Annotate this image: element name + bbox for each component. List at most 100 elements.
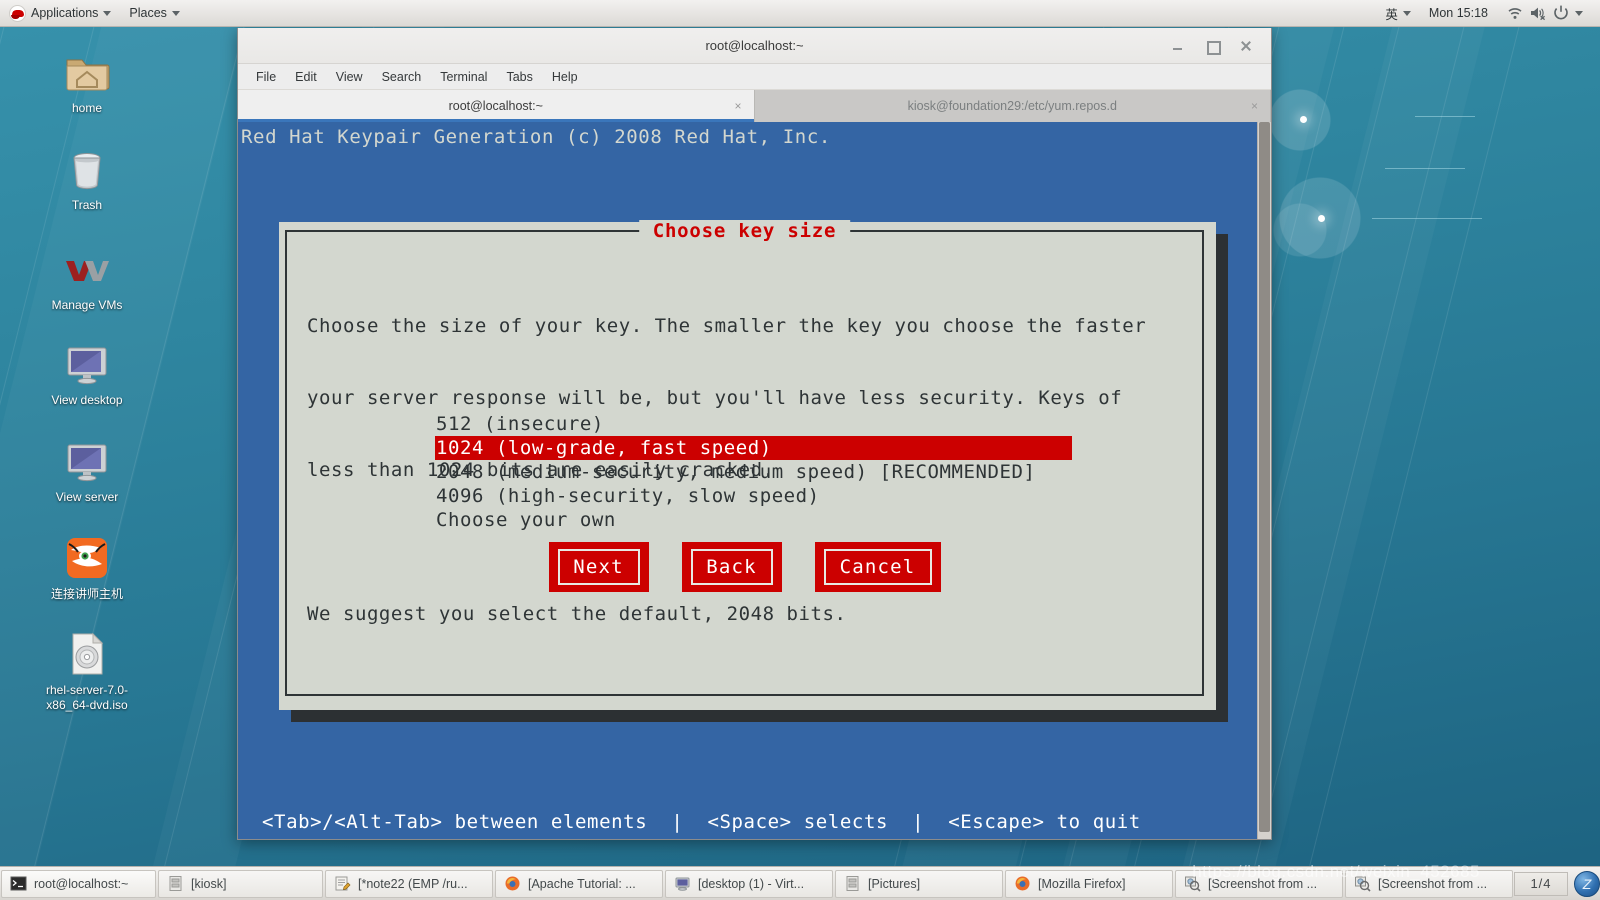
next-button-label: Next (573, 556, 624, 578)
menu-search[interactable]: Search (374, 67, 430, 87)
menu-view[interactable]: View (328, 67, 371, 87)
keypair-generation-header: Red Hat Keypair Generation (c) 2008 Red … (241, 126, 831, 148)
back-button[interactable]: Back (677, 542, 796, 604)
tab-label: root@localhost:~ (448, 99, 543, 113)
menu-terminal[interactable]: Terminal (432, 67, 495, 87)
chevron-down-icon (1575, 10, 1583, 16)
next-button-wrap: Next (544, 542, 663, 604)
taskbar-item-kiosk[interactable]: [kiosk] (158, 869, 323, 898)
dialog-body-line-1: Choose the size of your key. The smaller… (307, 315, 1147, 337)
tab-close-icon[interactable]: × (1251, 99, 1258, 113)
taskbar-item-label: [Apache Tutorial: ... (528, 876, 636, 891)
desktop-icon-rhel-iso[interactable]: rhel-server-7.0-x86_64-dvd.iso (28, 630, 146, 713)
terminal-tab-kiosk[interactable]: kiosk@foundation29:/etc/yum.repos.d × (754, 90, 1271, 122)
menu-help[interactable]: Help (544, 67, 586, 87)
places-menu-label: Places (129, 6, 167, 20)
desktop-icon-connect-instructor-host[interactable]: 连接讲师主机 (28, 534, 146, 602)
terminal-screen[interactable]: Red Hat Keypair Generation (c) 2008 Red … (238, 122, 1271, 839)
taskbar-item-apache-tutorial[interactable]: [Apache Tutorial: ... (495, 869, 663, 898)
tab-label: kiosk@foundation29:/etc/yum.repos.d (907, 99, 1117, 113)
clock-label: Mon 15:18 (1428, 6, 1488, 20)
input-method-indicator[interactable]: 英 (1376, 0, 1420, 26)
home-folder-icon (63, 48, 111, 96)
keybinding-hint-line: <Tab>/<Alt-Tab> between elements | <Spac… (262, 811, 1141, 833)
taskbar-item-terminal[interactable]: root@localhost:~ (1, 869, 156, 898)
choose-key-size-dialog: Choose key size Choose the size of your … (279, 220, 1216, 710)
next-button[interactable]: Next (544, 542, 663, 604)
key-size-option-list[interactable]: 512 (insecure) 1024 (low-grade, fast spe… (435, 412, 1194, 532)
menu-tabs[interactable]: Tabs (498, 67, 540, 87)
firefox-icon (1014, 875, 1031, 892)
desktop-icon-label: 连接讲师主机 (50, 587, 123, 601)
workspace-indicator[interactable]: 1/4 (1514, 871, 1568, 896)
places-menu[interactable]: Places (120, 0, 189, 26)
menu-edit[interactable]: Edit (287, 67, 325, 87)
desktop-icon-label: Trash (71, 198, 103, 212)
tab-close-icon[interactable]: × (734, 99, 741, 113)
close-icon[interactable] (1239, 39, 1253, 53)
desktop-icon-manage-vms[interactable]: Manage VMs (28, 245, 146, 313)
desktop-icon-label: rhel-server-7.0-x86_64-dvd.iso (45, 683, 129, 712)
minimize-icon[interactable] (1171, 39, 1185, 53)
back-button-wrap: Back (677, 542, 796, 604)
cancel-button[interactable]: Cancel (810, 542, 941, 604)
iso-disc-icon (63, 630, 111, 678)
applications-menu-label: Applications (31, 6, 99, 20)
maximize-icon[interactable] (1205, 39, 1221, 55)
workspace-logo-icon[interactable]: Z (1574, 870, 1600, 897)
desktop-icon-label: View desktop (51, 393, 123, 407)
virt-manager-icon (63, 245, 111, 293)
desktop-icon-view-server[interactable]: View server (28, 437, 146, 505)
desktop-icon-trash[interactable]: Trash (28, 145, 146, 213)
scrollbar-thumb[interactable] (1259, 122, 1270, 832)
key-size-option-2048[interactable]: 2048 (medium-security, medium speed) [RE… (435, 460, 1194, 484)
taskbar-item-screenshot-2[interactable]: [Screenshot from ... (1345, 869, 1513, 898)
redhat-logo-icon (9, 4, 26, 22)
wallpaper-line (1415, 116, 1475, 117)
taskbar-item-pictures[interactable]: [Pictures] (835, 869, 1003, 898)
dialog-body-line-4: We suggest you select the default, 2048 … (307, 603, 847, 625)
desktop-icon-home[interactable]: home (28, 48, 146, 116)
tigervnc-icon (63, 534, 111, 582)
key-size-option-custom[interactable]: Choose your own (435, 508, 1194, 532)
taskbar-item-label: [desktop (1) - Virt... (698, 876, 805, 891)
tabbar: root@localhost:~ × kiosk@foundation29:/e… (238, 90, 1271, 122)
taskbar-item-mozilla-firefox[interactable]: [Mozilla Firefox] (1005, 869, 1173, 898)
key-size-option-4096[interactable]: 4096 (high-security, slow speed) (435, 484, 1194, 508)
top-panel: Applications Places 英 Mon 15:18 (0, 0, 1600, 27)
taskbar-item-desktop-virt[interactable]: [desktop (1) - Virt... (665, 869, 833, 898)
terminal-icon (10, 875, 27, 892)
file-manager-icon (167, 875, 184, 892)
taskbar: root@localhost:~ [kiosk] [*note22 (EMP /… (0, 866, 1600, 900)
cancel-button-label: Cancel (839, 556, 916, 578)
power-icon (1552, 4, 1570, 22)
taskbar-item-note22[interactable]: [*note22 (EMP /ru... (325, 869, 493, 898)
cancel-button-wrap: Cancel (810, 542, 941, 604)
dialog-title: Choose key size (638, 220, 851, 242)
trash-icon (63, 145, 111, 193)
monitor-icon (674, 875, 691, 892)
terminal-tab-root[interactable]: root@localhost:~ × (238, 90, 755, 122)
menu-file[interactable]: File (248, 67, 284, 87)
applications-menu[interactable]: Applications (0, 0, 120, 26)
chevron-down-icon (103, 10, 112, 16)
dialog-frame: Choose key size Choose the size of your … (285, 220, 1204, 696)
desktop-icon-view-desktop[interactable]: View desktop (28, 340, 146, 408)
wallpaper-dot (1318, 215, 1325, 222)
system-status-area[interactable] (1497, 0, 1592, 26)
back-button-label: Back (706, 556, 757, 578)
monitor-icon (63, 340, 111, 388)
terminal-scrollbar[interactable] (1257, 122, 1271, 839)
key-size-option-512[interactable]: 512 (insecure) (435, 412, 1194, 436)
key-size-option-1024[interactable]: 1024 (low-grade, fast speed) (435, 436, 1072, 460)
wallpaper-line (1372, 218, 1482, 219)
taskbar-item-label: [Pictures] (868, 876, 921, 891)
workspace-switcher[interactable]: 1/4 Z (1514, 870, 1600, 897)
desktop-icon-label: home (71, 101, 103, 115)
window-titlebar[interactable]: root@localhost:~ (238, 28, 1271, 64)
clock[interactable]: Mon 15:18 (1420, 0, 1497, 26)
file-manager-icon (844, 875, 861, 892)
taskbar-item-screenshot-1[interactable]: [Screenshot from ... (1175, 869, 1343, 898)
dialog-body-line-2: your server response will be, but you'll… (307, 387, 1123, 409)
wallpaper-line (1385, 168, 1465, 169)
